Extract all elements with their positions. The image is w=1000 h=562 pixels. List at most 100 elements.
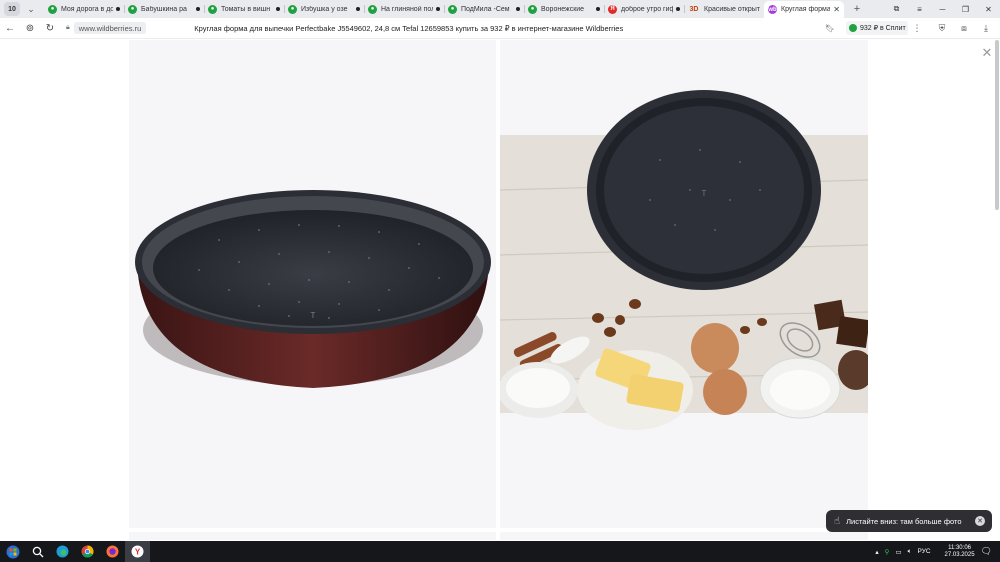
- split-logo-icon: [849, 24, 857, 32]
- download-icon[interactable]: ⤓: [980, 22, 992, 34]
- thumbnail-edge: [129, 532, 496, 540]
- tab[interactable]: ● Воронежские: [524, 1, 604, 17]
- search-button[interactable]: [25, 541, 50, 562]
- tab-title: Воронежские: [541, 5, 585, 13]
- audio-dot-icon: [116, 7, 120, 11]
- split-price-badge[interactable]: 932 ₽ в Сплит: [846, 21, 908, 35]
- product-photo-1[interactable]: T: [129, 40, 496, 528]
- tab-title: ПодМила -Сем: [461, 5, 510, 13]
- chrome-app[interactable]: [75, 541, 100, 562]
- audio-dot-icon: [356, 7, 360, 11]
- photo-viewer: T T ✕: [0, 40, 1000, 540]
- start-button[interactable]: [0, 541, 25, 562]
- close-window-button[interactable]: ✕: [977, 0, 1000, 18]
- audio-dot-icon: [676, 7, 680, 11]
- scroll-hint-text: Листайте вниз: там больше фото: [846, 516, 962, 526]
- favicon-icon: ●: [368, 4, 377, 14]
- tab-title: Избушка у озе: [301, 5, 348, 13]
- tab[interactable]: ● Избушка у озе: [284, 1, 364, 17]
- audio-dot-icon: [276, 7, 280, 11]
- favicon-icon: ●: [48, 4, 57, 14]
- shield-icon[interactable]: ⛨: [936, 22, 948, 34]
- favicon-icon: ●: [128, 4, 137, 14]
- tab[interactable]: ● ПодМила -Сем: [444, 1, 524, 17]
- page-scrollbar[interactable]: [995, 40, 999, 210]
- lock-icon[interactable]: 🔒︎: [66, 24, 70, 32]
- tab[interactable]: ● Бабушкина ра: [124, 1, 204, 17]
- close-tab-icon[interactable]: ✕: [833, 5, 840, 14]
- url-host[interactable]: www.wildberries.ru: [73, 22, 147, 34]
- language-indicator[interactable]: РУС: [918, 548, 931, 555]
- protect-icon[interactable]: ⊚: [20, 18, 40, 38]
- windows-logo-icon: [6, 545, 19, 558]
- more-icon[interactable]: ⋮: [911, 22, 923, 34]
- tab-strip: 10 ⌄ ● Моя дорога в дотс ● Бабушкина ра …: [0, 0, 1000, 18]
- volume-icon[interactable]: 🔈︎: [908, 548, 912, 556]
- system-tray: ▴ ⚲ ▭ 🔈︎ РУС 11:30:06 27.03.2025 🗨︎: [869, 541, 1000, 562]
- tab-title: Томаты в вишн: [221, 5, 271, 13]
- thumbnail-edge: [500, 532, 868, 540]
- favicon-icon: ●: [288, 4, 297, 14]
- svg-text:T: T: [311, 311, 316, 320]
- tab-active[interactable]: wb Круглая форма ✕: [764, 1, 844, 18]
- tab[interactable]: ● На глиняной полу: [364, 1, 444, 17]
- svg-text:Y: Y: [135, 548, 141, 557]
- back-icon[interactable]: ←: [0, 18, 20, 38]
- yandex-favicon-icon: Я: [608, 4, 617, 14]
- hand-swipe-icon: ☝︎: [834, 515, 841, 527]
- tray-chevron-icon[interactable]: ▴: [875, 548, 878, 556]
- clock[interactable]: 11:30:06 27.03.2025: [939, 545, 975, 559]
- menu-icon[interactable]: ≡: [908, 0, 931, 18]
- clock-time: 11:30:06: [948, 544, 971, 551]
- collections-icon[interactable]: ⧉: [885, 0, 908, 18]
- tab-title: Круглая форма: [781, 6, 831, 13]
- extensions-icon[interactable]: ⧈: [958, 22, 970, 34]
- notifications-icon[interactable]: 🗨︎: [981, 546, 992, 557]
- network-icon[interactable]: ▭: [895, 548, 901, 556]
- scroll-hint-toast: ☝︎ Листайте вниз: там больше фото ✕: [826, 510, 992, 532]
- baking-pan-image: T: [135, 190, 491, 388]
- tab-title: На глиняной полу: [381, 5, 433, 13]
- audio-dot-icon: [516, 7, 520, 11]
- bookmark-icon[interactable]: 🔖︎: [824, 22, 836, 34]
- address-bar: ← ⊚ ↻ 🔒︎ www.wildberries.ru Круглая форм…: [0, 18, 1000, 39]
- window-controls: ⧉ ≡ ─ ❐ ✕: [885, 0, 1000, 18]
- close-hint-icon[interactable]: ✕: [975, 516, 985, 526]
- clock-date: 27.03.2025: [944, 551, 975, 558]
- tabs-list: ● Моя дорога в дотс ● Бабушкина ра ● Том…: [44, 0, 844, 18]
- svg-text:T: T: [702, 189, 707, 198]
- edge-icon: [56, 545, 69, 558]
- firefox-app[interactable]: [100, 541, 125, 562]
- split-price-label: 932 ₽ в Сплит: [860, 25, 906, 32]
- page-title[interactable]: Круглая форма для выпечки Perfectbake J5…: [194, 24, 623, 33]
- close-viewer-icon[interactable]: ✕: [980, 45, 994, 60]
- windows-taskbar: Y ▴ ⚲ ▭ 🔈︎ РУС 11:30:06 27.03.2025 🗨︎: [0, 541, 1000, 562]
- product-photo-2[interactable]: T: [498, 40, 874, 528]
- favicon-3d-icon: 3D: [689, 5, 699, 13]
- reload-icon[interactable]: ↻: [40, 18, 60, 38]
- chevron-down-icon[interactable]: ⌄: [24, 2, 38, 16]
- maximize-button[interactable]: ❐: [954, 0, 977, 18]
- favicon-icon: ●: [448, 4, 457, 14]
- tab[interactable]: ● Томаты в вишн: [204, 1, 284, 17]
- tab-title: Красивые открыт: [704, 5, 760, 13]
- tab[interactable]: ● Моя дорога в дотс: [44, 1, 124, 17]
- usb-icon[interactable]: ⚲: [885, 548, 890, 556]
- favicon-icon: ●: [528, 4, 537, 14]
- firefox-icon: [106, 545, 119, 558]
- yandex-browser-icon: Y: [131, 545, 144, 558]
- wildberries-favicon-icon: wb: [768, 5, 777, 14]
- new-tab-button[interactable]: +: [850, 2, 864, 16]
- audio-dot-icon: [196, 7, 200, 11]
- tab[interactable]: Я доброе утро гифк: [604, 1, 684, 17]
- audio-dot-icon: [436, 7, 440, 11]
- favicon-icon: ●: [208, 4, 217, 14]
- edge-app[interactable]: [50, 541, 75, 562]
- yandex-browser-app[interactable]: Y: [125, 541, 150, 562]
- search-icon: [32, 546, 43, 557]
- tab-count-badge[interactable]: 10: [4, 2, 20, 16]
- tab-title: доброе утро гифк: [621, 5, 673, 13]
- audio-dot-icon: [596, 7, 600, 11]
- tab[interactable]: 3D Красивые открыт: [684, 1, 764, 17]
- minimize-button[interactable]: ─: [931, 0, 954, 18]
